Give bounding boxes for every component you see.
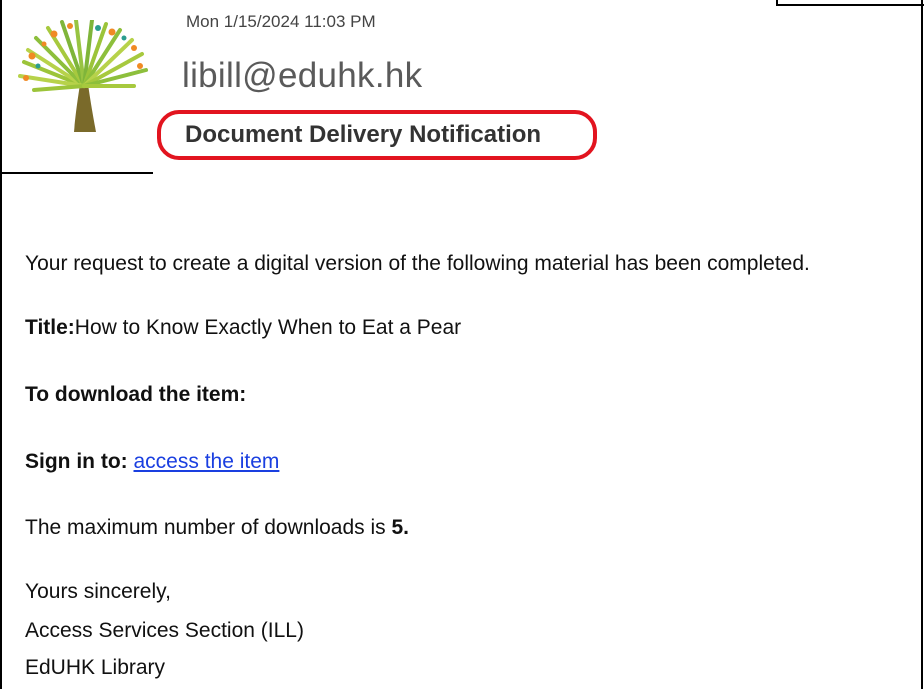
top-border-tick: [776, 0, 778, 6]
right-border: [921, 0, 923, 689]
title-value: How to Know Exactly When to Eat a Pear: [74, 316, 462, 339]
title-label: Title:: [25, 316, 75, 339]
access-item-link[interactable]: access the item: [134, 450, 280, 473]
signin-line: Sign in to: access the item: [25, 450, 279, 474]
signature-line-1: Access Services Section (ILL): [25, 619, 304, 642]
top-right-border: [776, 4, 924, 6]
closing: Yours sincerely,: [25, 580, 171, 603]
subject-highlight-ring: Document Delivery Notification: [157, 110, 597, 160]
email-subject: Document Delivery Notification: [185, 121, 542, 148]
email-sender[interactable]: libill@eduhk.hk: [182, 56, 422, 96]
max-downloads-text: The maximum number of downloads is: [25, 516, 392, 539]
intro-text: Your request to create a digital version…: [25, 252, 810, 275]
tree-logo-icon: [18, 20, 148, 132]
download-heading: To download the item:: [25, 383, 247, 406]
title-line: Title:How to Know Exactly When to Eat a …: [25, 316, 461, 340]
signin-label: Sign in to:: [25, 450, 128, 473]
signature-line-2: EdUHK Library: [25, 656, 166, 679]
email-date: Mon 1/15/2024 11:03 PM: [186, 12, 376, 31]
max-downloads-line: The maximum number of downloads is 5.: [25, 516, 409, 540]
left-border: [0, 0, 2, 689]
header-divider: [0, 172, 153, 174]
max-downloads-value: 5.: [391, 516, 410, 539]
